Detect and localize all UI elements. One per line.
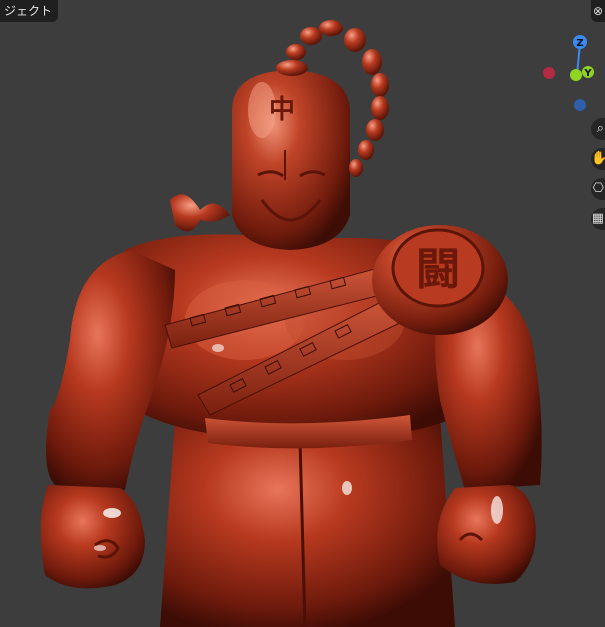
shoulder-glyph: 闘 (416, 244, 460, 295)
object-mode-menu[interactable]: ジェクト (0, 0, 59, 22)
gizmo-z-negative (574, 99, 586, 111)
3d-viewport[interactable]: 闘 中 ジェクト ⊗ Z Y ⌕ ✋ ⎔ ▦ (0, 0, 605, 627)
head-glyph: 中 (269, 95, 295, 125)
gizmo-z-label: Z (576, 38, 583, 49)
left-arm (46, 250, 175, 490)
3d-model-figure: 闘 中 (40, 20, 542, 627)
gizmo-center (570, 69, 582, 81)
left-fist (40, 485, 145, 589)
view-toggle-icon[interactable]: ⊗ (591, 0, 605, 22)
head-bow (170, 194, 230, 232)
gizmo-x-negative (543, 67, 555, 79)
navigation-gizmo[interactable]: Z Y (530, 28, 605, 118)
gizmo-y-label: Y (583, 68, 592, 79)
right-fist (437, 485, 536, 584)
